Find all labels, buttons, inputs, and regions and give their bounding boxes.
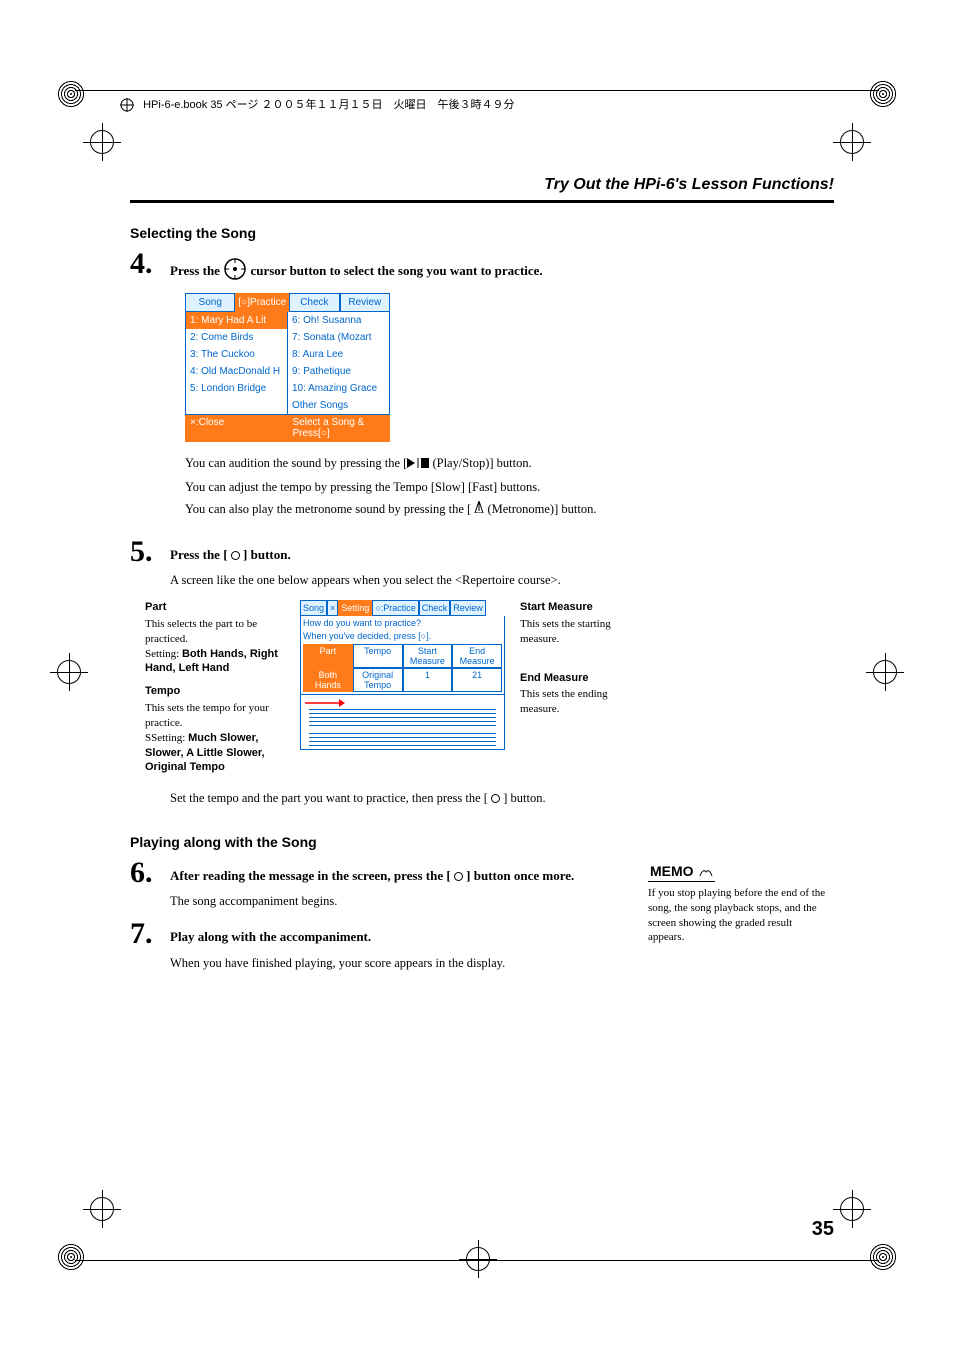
ss2-val: 21	[452, 668, 502, 692]
crosshair-icon	[466, 1247, 490, 1271]
ss2-val: 1	[403, 668, 453, 692]
ss1-item: 4: Old MacDonald H	[186, 363, 287, 380]
diagram-part-body: This selects the part to be practiced.	[145, 617, 290, 647]
step-5-subtext: A screen like the one below appears when…	[170, 570, 834, 590]
crosshair-icon	[840, 1197, 864, 1221]
top-crop-rule	[75, 90, 879, 91]
ss2-tab: Check	[419, 600, 451, 616]
ss1-tab-song: Song	[185, 293, 235, 312]
ss1-foot-right: Select a Song & Press[○]	[288, 415, 391, 442]
memo-text: If you stop playing before the end of th…	[648, 886, 828, 945]
ss2-col: Start Measure	[403, 644, 453, 668]
playing-heading: Playing along with the Song	[130, 834, 834, 850]
crosshair-icon	[873, 660, 897, 684]
setting-screenshot: Song × Setting ○:Practice Check Review H…	[300, 600, 510, 775]
set-tempo-line: Set the tempo and the part you want to p…	[170, 787, 834, 810]
bottom-crop-rule	[75, 1260, 879, 1261]
ss2-msg1: How do you want to practice?	[303, 618, 502, 629]
ss2-val: Both Hands	[303, 668, 353, 692]
book-header: HPi-6-e.book 35 ページ ２００５年１１月１５日 火曜日 午後３時…	[120, 96, 514, 112]
ss1-item: 9: Pathetique	[288, 363, 389, 380]
crosshair-icon	[840, 130, 864, 154]
diagram-part-setting: Setting: Both Hands, Right Hand, Left Ha…	[145, 647, 290, 677]
step-5-headline: Press the [ ] button.	[170, 535, 834, 565]
note-tempo: You can adjust the tempo by pressing the…	[185, 476, 834, 499]
diagram-tempo-heading: Tempo	[145, 684, 290, 699]
play-stop-icon	[407, 453, 429, 476]
book-header-text: HPi-6-e.book 35 ページ ２００５年１１月１５日 火曜日 午後３時…	[143, 99, 514, 111]
metronome-icon	[474, 502, 484, 516]
note-metronome: You can also play the metronome sound by…	[185, 498, 834, 521]
ss1-tab-practice: [○]Practice	[235, 293, 289, 312]
cursor-button-icon	[223, 263, 250, 278]
memo-label: MEMO	[648, 862, 715, 882]
step-6-number: 6.	[130, 856, 170, 890]
ss1-item: 7: Sonata (Mozart	[288, 329, 389, 346]
step-4-number: 4.	[130, 247, 170, 281]
diagram-part-heading: Part	[145, 600, 290, 615]
reg-mark-icon	[57, 1243, 85, 1271]
circle-button-icon	[231, 551, 240, 560]
crosshair-icon	[57, 660, 81, 684]
diagram-start-heading: Start Measure	[520, 600, 640, 615]
ss1-tab-review: Review	[340, 293, 390, 312]
ss1-item: 8: Aura Lee	[288, 346, 389, 363]
ss2-tab-setting: Setting	[338, 600, 372, 616]
ss2-score-area	[300, 695, 505, 750]
reg-mark-icon	[57, 80, 85, 108]
step-4-headline: Press the cursor button to select the so…	[170, 247, 834, 281]
ss2-val: Original Tempo	[353, 668, 403, 692]
ss2-tab: Song	[300, 600, 327, 616]
ss1-foot-left: ×:Close	[185, 415, 288, 442]
section-rule	[130, 200, 834, 203]
diagram-end-heading: End Measure	[520, 671, 640, 686]
ss1-item: 2: Come Birds	[186, 329, 287, 346]
crosshair-icon	[90, 1197, 114, 1221]
diagram-tempo-setting: SSetting: Much Slower, Slower, A Little …	[145, 731, 290, 776]
song-select-screenshot: Song [○]Practice Check Review 1: Mary Ha…	[185, 293, 834, 442]
ss1-item: 10: Amazing Grace	[288, 380, 389, 397]
ss2-col: Tempo	[353, 644, 403, 668]
ss2-col: Part	[303, 644, 353, 668]
ss1-item: 6: Oh! Susanna	[288, 312, 389, 329]
memo-hand-icon	[699, 866, 713, 878]
step-7-number: 7.	[130, 917, 170, 951]
selecting-heading: Selecting the Song	[130, 225, 834, 241]
book-crosshair-icon	[120, 98, 134, 112]
ss2-col: End Measure	[452, 644, 502, 668]
ss1-item: 5: London Bridge	[186, 380, 287, 397]
circle-button-icon	[454, 872, 463, 881]
note-audition: You can audition the sound by pressing t…	[185, 452, 834, 476]
crosshair-icon	[90, 130, 114, 154]
ss2-tab: ×	[327, 600, 338, 616]
ss1-item: Other Songs	[288, 397, 389, 414]
ss2-tab: ○:Practice	[372, 600, 418, 616]
ss2-msg2: When you've decided, press [○].	[303, 631, 502, 642]
ss2-tab: Review	[450, 600, 486, 616]
step-7-subtext: When you have finished playing, your sco…	[170, 953, 834, 973]
step-5-number: 5.	[130, 535, 170, 569]
section-title: Try Out the HPi-6's Lesson Functions!	[544, 176, 834, 194]
diagram-start-body: This sets the starting measure.	[520, 617, 640, 647]
ss1-item: 1: Mary Had A Lit	[186, 312, 287, 329]
reg-mark-icon	[869, 1243, 897, 1271]
diagram-end-body: This sets the ending measure.	[520, 687, 640, 717]
reg-mark-icon	[869, 80, 897, 108]
ss1-item: 3: The Cuckoo	[186, 346, 287, 363]
ss1-tab-check: Check	[289, 293, 339, 312]
page-number: 35	[812, 1218, 834, 1241]
diagram-tempo-body: This sets the tempo for your practice.	[145, 701, 290, 731]
memo-block: MEMO If you stop playing before the end …	[648, 862, 828, 945]
circle-button-icon	[491, 794, 500, 803]
